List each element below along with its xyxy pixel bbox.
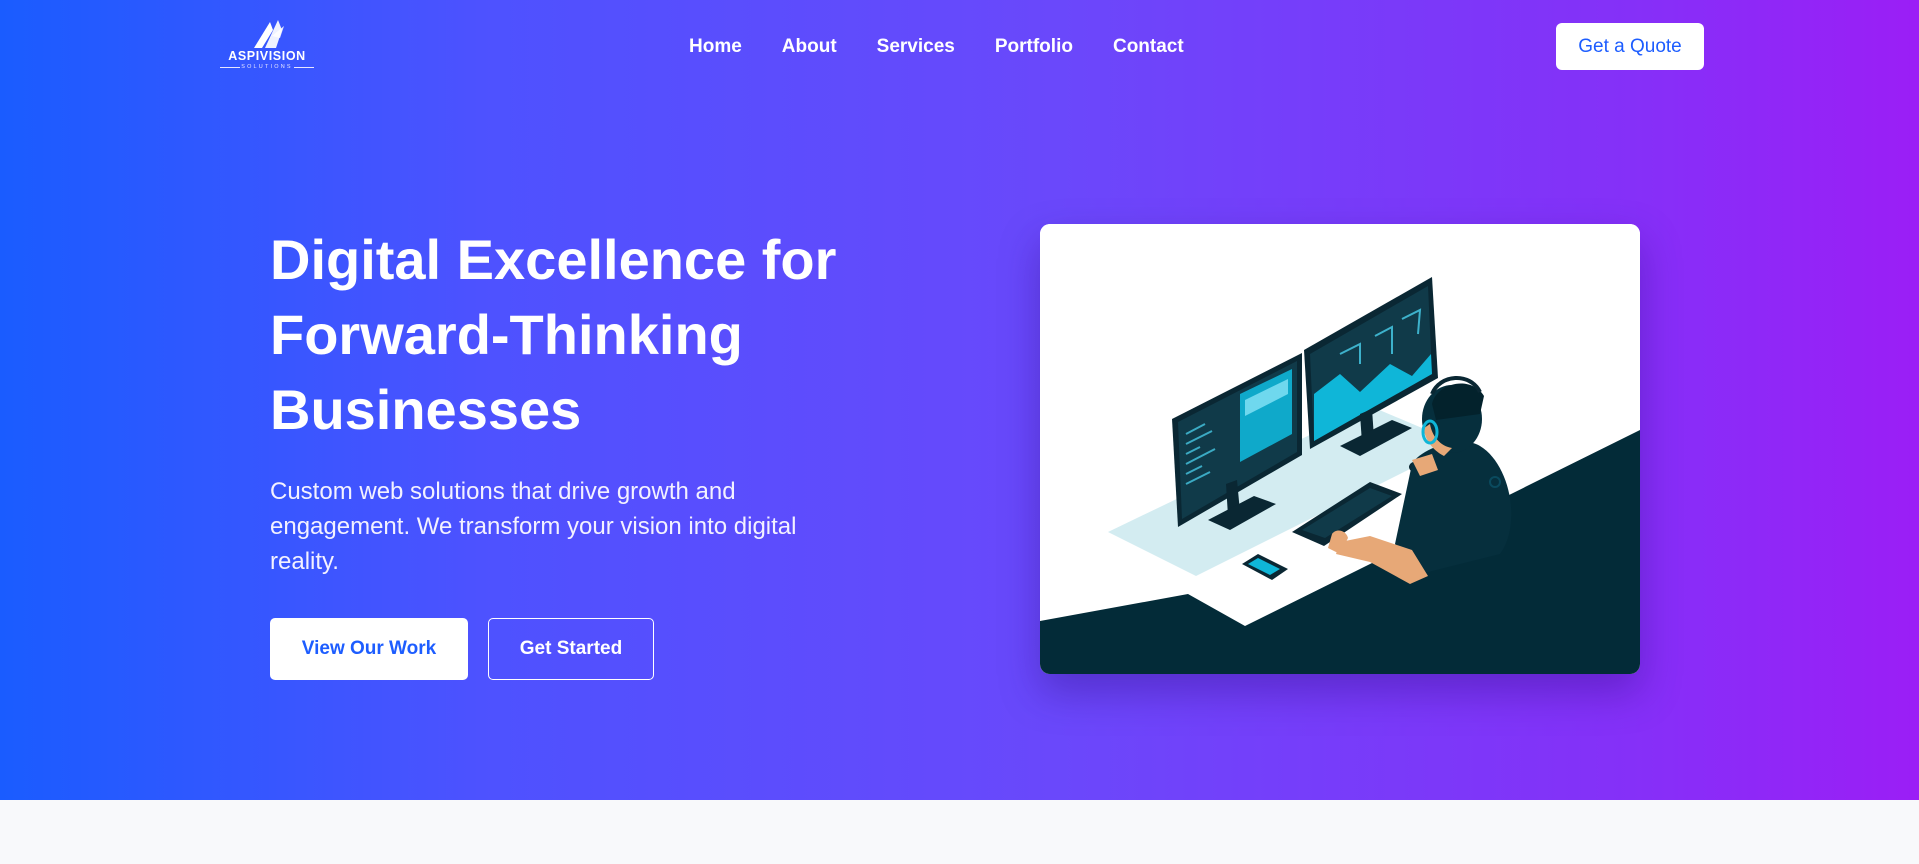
headline-line: Digital Excellence for — [270, 228, 837, 291]
developer-at-dual-monitors-illustration — [1040, 224, 1640, 674]
nav-link-contact[interactable]: Contact — [1113, 36, 1184, 58]
hero-illustration-card — [1040, 224, 1640, 674]
brand-logo[interactable]: ASPIVISION SOLUTIONS — [218, 18, 316, 72]
headline-line: Businesses — [270, 378, 582, 441]
brand-name: ASPIVISION — [228, 49, 306, 63]
hero-section: ASPIVISION SOLUTIONS Home About Services… — [0, 0, 1919, 800]
headline-line: Forward-Thinking — [270, 303, 743, 366]
get-a-quote-button[interactable]: Get a Quote — [1556, 23, 1704, 70]
hero-subtext: Custom web solutions that drive growth a… — [270, 474, 870, 579]
hero-headline: Digital Excellence for Forward-Thinking … — [270, 222, 910, 447]
subtext-line: reality. — [270, 548, 339, 575]
nav-link-home[interactable]: Home — [689, 36, 742, 58]
logo-divider-right — [294, 67, 314, 68]
next-section — [0, 800, 1919, 864]
nav-link-portfolio[interactable]: Portfolio — [995, 36, 1073, 58]
get-started-button[interactable]: Get Started — [488, 618, 654, 680]
view-our-work-button[interactable]: View Our Work — [270, 618, 468, 680]
subtext-line: Custom web solutions that drive growth a… — [270, 478, 736, 505]
main-nav: Home About Services Portfolio Contact — [689, 36, 1184, 58]
nav-link-services[interactable]: Services — [877, 36, 955, 58]
nav-link-about[interactable]: About — [782, 36, 837, 58]
logo-mark-icon — [254, 20, 284, 48]
subtext-line: engagement. We transform your vision int… — [270, 513, 797, 540]
